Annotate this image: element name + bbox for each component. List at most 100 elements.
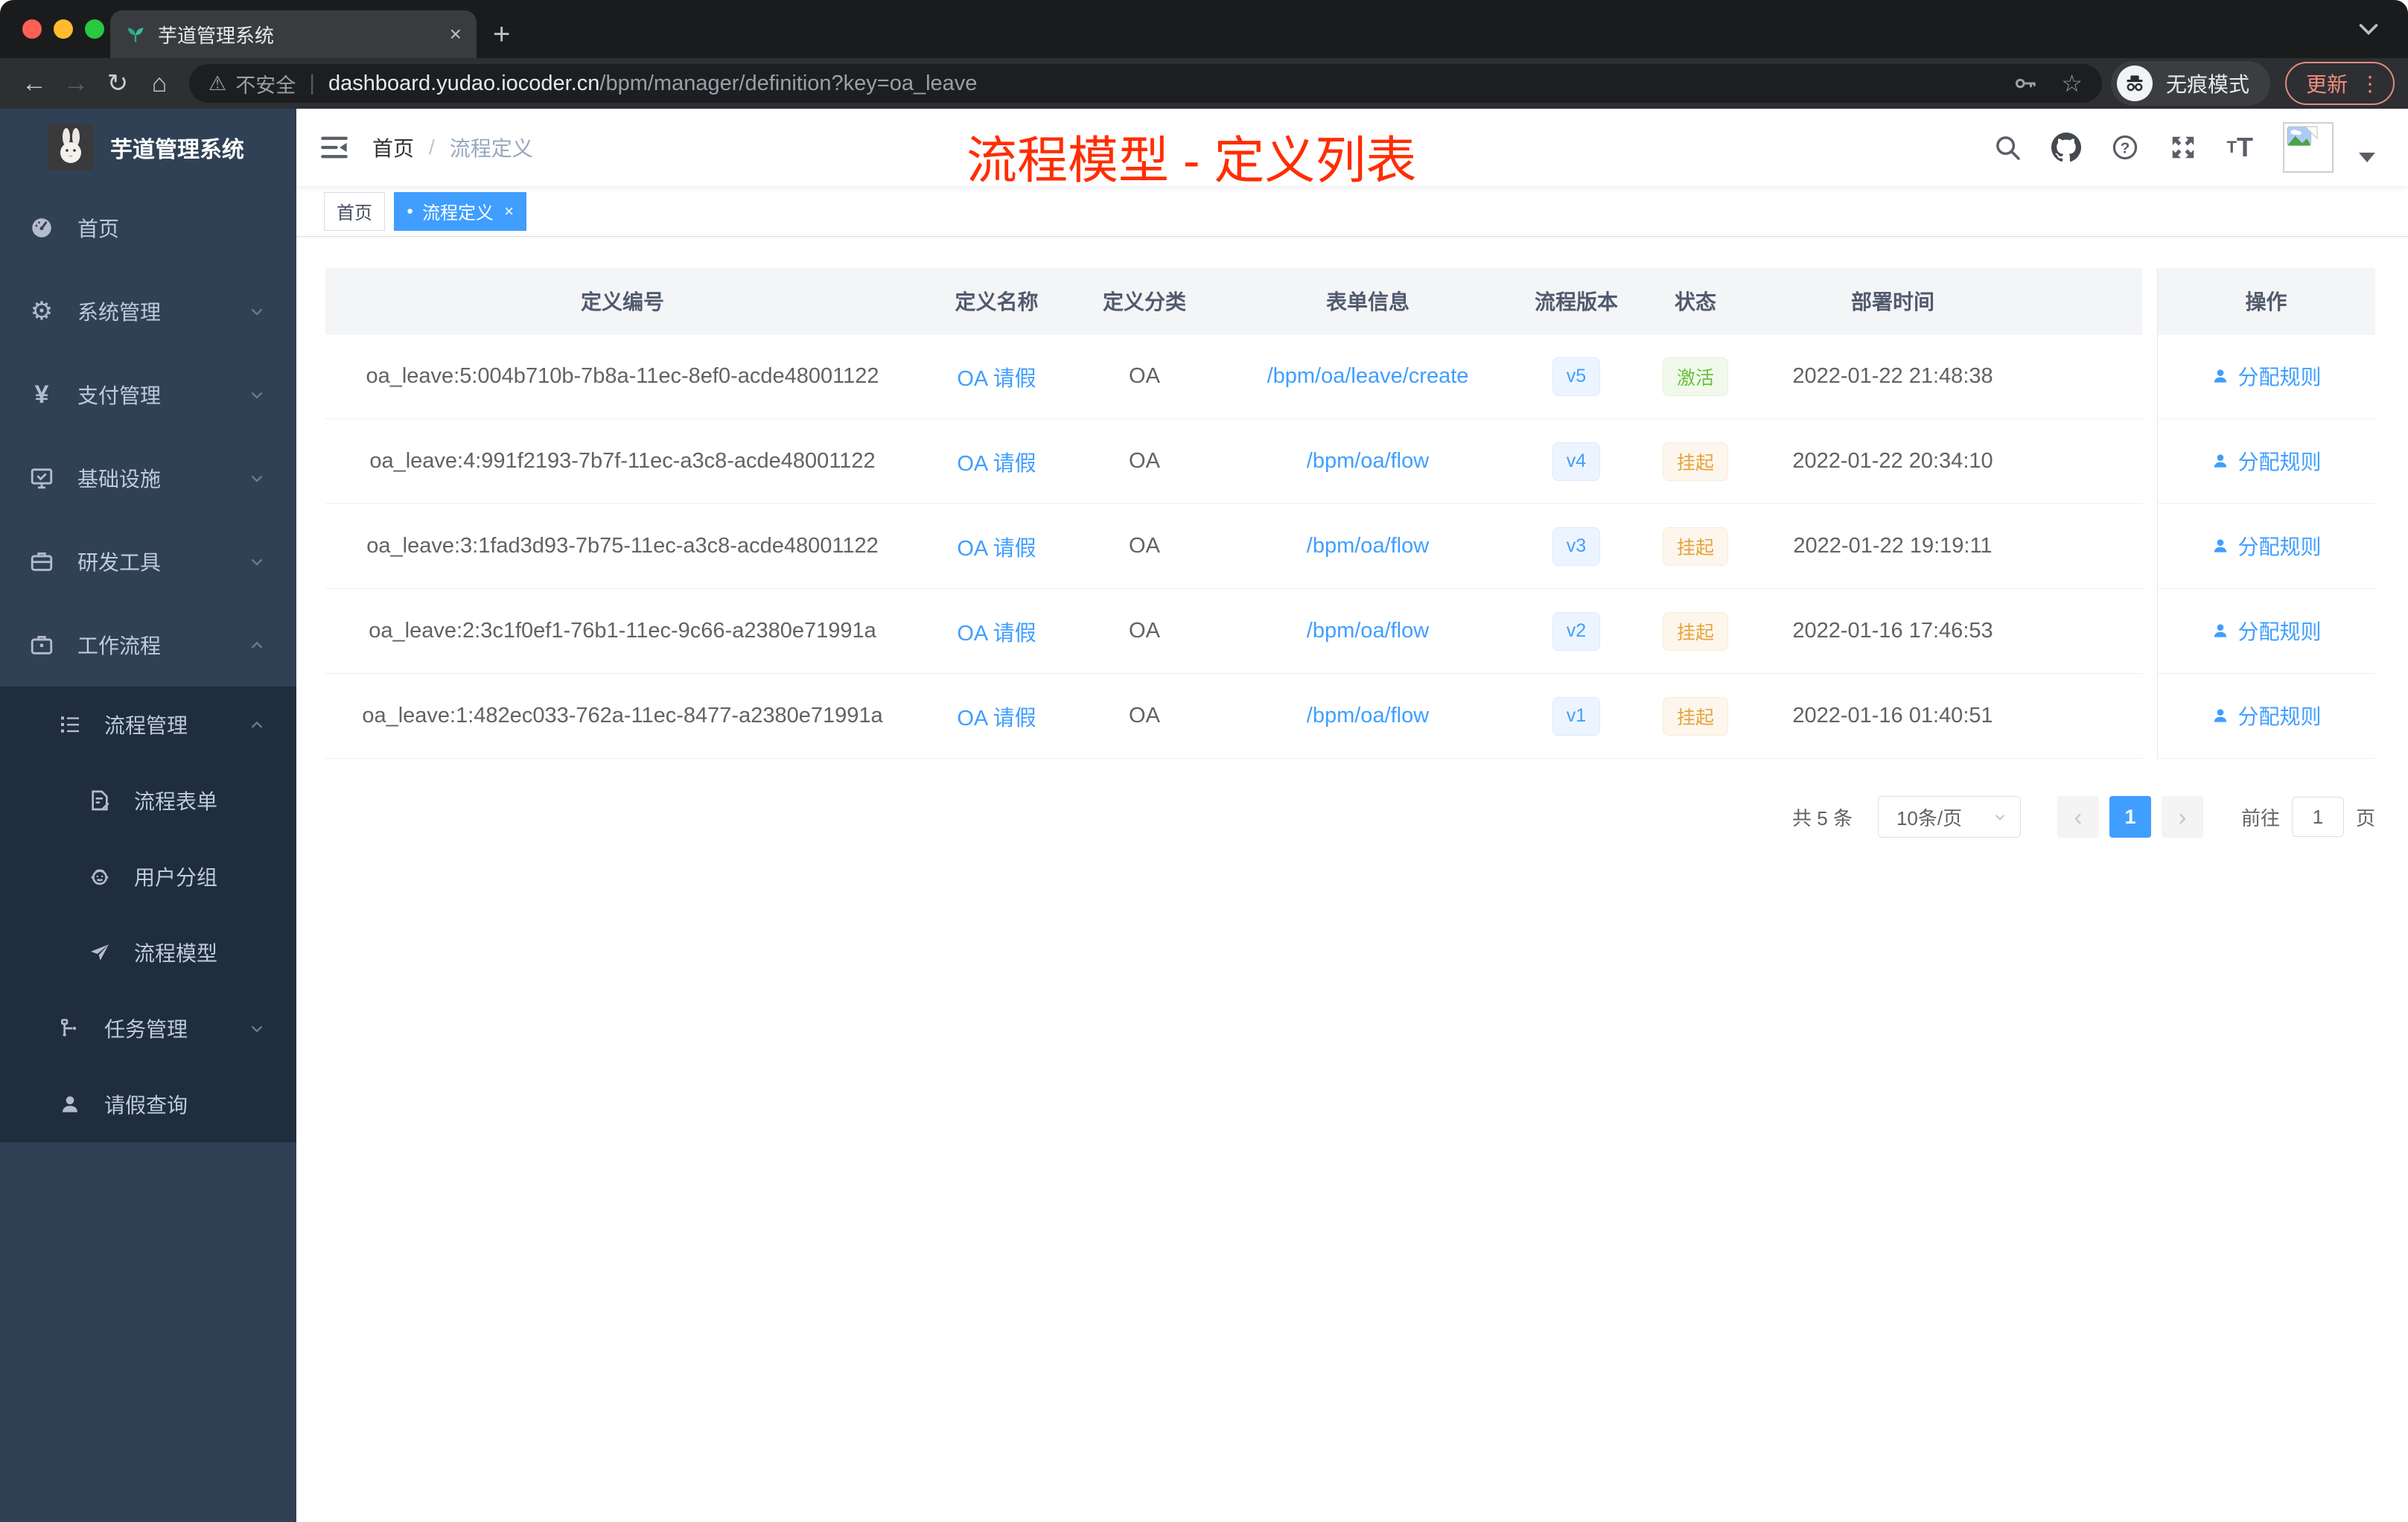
prev-page-button[interactable]: ‹	[2057, 796, 2099, 838]
back-icon[interactable]: ←	[13, 69, 55, 98]
select-chevron-down-icon	[1995, 815, 2005, 821]
form-link[interactable]: /bpm/oa/flow	[1307, 534, 1429, 558]
definition-name-link[interactable]: OA 请假	[957, 537, 1036, 561]
sidebar-item-label: 系统管理	[77, 301, 162, 324]
sidebar-item-payment[interactable]: ¥ 支付管理	[0, 353, 296, 436]
status-badge: 挂起	[1662, 526, 1728, 566]
sidebar-item-label: 任务管理	[104, 1018, 188, 1041]
status-badge: 挂起	[1662, 442, 1728, 481]
help-question-icon[interactable]: ?	[2111, 133, 2139, 162]
sidebar-item-devtools[interactable]: 研发工具	[0, 520, 296, 603]
assign-rule-button[interactable]: 分配规则	[2211, 701, 2322, 730]
version-badge: v2	[1552, 611, 1601, 651]
browser-tab[interactable]: 芋道管理系统 ×	[110, 10, 477, 58]
filler-cell	[2027, 418, 2157, 504]
sidebar-item-process-model[interactable]: 流程模型	[0, 914, 296, 990]
password-key-icon[interactable]	[2012, 70, 2039, 97]
close-window-button[interactable]	[22, 19, 42, 39]
new-tab-button[interactable]: +	[493, 10, 510, 58]
status-badge: 激活	[1662, 357, 1728, 396]
url-path: /bpm/manager/definition?key=oa_leave	[599, 71, 978, 95]
assign-rule-button[interactable]: 分配规则	[2211, 446, 2322, 476]
sidebar-item-leave-query[interactable]: 请假查询	[0, 1066, 296, 1142]
sidebar-item-task-mgmt[interactable]: 任务管理	[0, 990, 296, 1066]
font-size-icon[interactable]: TT	[2227, 132, 2253, 163]
sidebar-item-home[interactable]: 首页	[0, 186, 296, 270]
tag-process-definition[interactable]: ● 流程定义 ×	[394, 191, 526, 231]
tag-close-icon[interactable]: ×	[504, 202, 514, 221]
assign-rule-button[interactable]: 分配规则	[2211, 361, 2322, 391]
current-page-button[interactable]: 1	[2109, 796, 2151, 838]
reload-icon[interactable]: ↻	[97, 69, 138, 98]
definition-name-link[interactable]: OA 请假	[957, 367, 1036, 391]
cell-id: oa_leave:5:004b710b-7b8a-11ec-8ef0-acde4…	[325, 334, 920, 419]
incognito-label: 无痕模式	[2165, 73, 2249, 96]
form-link[interactable]: /bpm/oa/flow	[1307, 619, 1429, 643]
cell-id: oa_leave:4:991f2193-7b7f-11ec-a3c8-acde4…	[325, 418, 920, 504]
sidebar-item-infra[interactable]: 基础设施	[0, 436, 296, 520]
col-header-status: 状态	[1632, 268, 1759, 334]
sidebar-toggle-hamburger-icon[interactable]	[319, 132, 350, 163]
fullscreen-icon[interactable]	[2169, 133, 2197, 162]
tag-home[interactable]: 首页	[324, 191, 385, 231]
cell-id: oa_leave:2:3c1f0ef1-76b1-11ec-9c66-a2380…	[325, 588, 920, 674]
version-badge: v1	[1552, 696, 1601, 736]
tab-search-chevron-icon[interactable]	[2357, 21, 2380, 42]
next-page-button[interactable]: ›	[2161, 796, 2203, 838]
avatar-caret-down-icon[interactable]	[2359, 152, 2375, 162]
definition-name-link[interactable]: OA 请假	[957, 622, 1036, 646]
sidebar-item-workflow[interactable]: 工作流程	[0, 603, 296, 687]
sidebar-item-process-mgmt[interactable]: 流程管理	[0, 687, 296, 762]
bookmark-star-icon[interactable]: ☆	[2061, 69, 2083, 98]
page-size-select[interactable]: 10条/页	[1877, 796, 2021, 838]
breadcrumb-separator: /	[429, 136, 435, 159]
person-icon	[2214, 624, 2227, 637]
table-row: oa_leave:3:1fad3d93-7b75-11ec-a3c8-acde4…	[325, 503, 2375, 589]
breadcrumb-home[interactable]: 首页	[372, 133, 414, 162]
sidebar-item-label: 流程管理	[104, 714, 188, 737]
overlay-annotation-title: 流程模型 - 定义列表	[966, 133, 1417, 189]
assign-rule-label: 分配规则	[2237, 535, 2322, 558]
table-row: oa_leave:1:482ec033-762a-11ec-8477-a2380…	[325, 673, 2375, 759]
forward-icon[interactable]: →	[55, 69, 97, 98]
assign-rule-label: 分配规则	[2237, 620, 2322, 643]
search-icon[interactable]	[1993, 133, 2022, 162]
assign-rule-button[interactable]: 分配规则	[2211, 616, 2322, 646]
tab-strip: 芋道管理系统 × +	[0, 0, 2408, 58]
chevron-down-icon	[251, 558, 263, 566]
version-badge: v5	[1552, 357, 1601, 396]
definition-name-link[interactable]: OA 请假	[957, 452, 1036, 476]
person-icon	[2214, 709, 2227, 722]
sidebar-item-user-group[interactable]: 用户分组	[0, 838, 296, 914]
security-warning-label[interactable]: 不安全	[235, 69, 296, 98]
sidebar-logo[interactable]: 芋道管理系统	[0, 109, 296, 186]
form-link[interactable]: /bpm/oa/leave/create	[1267, 364, 1469, 388]
document-edit-icon	[85, 789, 115, 812]
briefcase-icon	[27, 632, 57, 657]
monitor-check-icon	[27, 465, 57, 491]
cell-deploy-time: 2022-01-16 01:40:51	[1759, 673, 2027, 759]
sidebar-item-system[interactable]: ⚙ 系统管理	[0, 270, 296, 353]
home-icon[interactable]: ⌂	[138, 69, 180, 98]
url-divider: |	[309, 71, 316, 95]
goto-page-input[interactable]	[2291, 797, 2344, 837]
form-link[interactable]: /bpm/oa/flow	[1307, 449, 1429, 473]
filler-cell	[2027, 334, 2157, 419]
tab-close-icon[interactable]: ×	[450, 22, 462, 46]
workflow-submenu: 流程管理 流程表单 用户分组 流程模型 任务管理 请假查询	[0, 687, 296, 1142]
assign-rule-button[interactable]: 分配规则	[2211, 531, 2322, 561]
url-host: dashboard.yudao.iocoder.cn	[328, 71, 600, 95]
sidebar-item-process-form[interactable]: 流程表单	[0, 762, 296, 838]
user-avatar-broken-image[interactable]	[2283, 122, 2334, 173]
definition-name-link[interactable]: OA 请假	[957, 707, 1036, 730]
cell-category: OA	[1074, 503, 1215, 589]
tag-label: 流程定义	[422, 203, 494, 223]
form-link[interactable]: /bpm/oa/flow	[1307, 704, 1429, 727]
sidebar-item-label: 请假查询	[104, 1094, 188, 1117]
browser-menu-kebab-icon[interactable]: ⋮	[2360, 71, 2381, 96]
address-bar[interactable]: ⚠ 不安全 | dashboard.yudao.iocoder.cn /bpm/…	[189, 64, 2102, 103]
browser-update-button[interactable]: 更新 ⋮	[2284, 62, 2395, 105]
zoom-window-button[interactable]	[85, 19, 104, 39]
github-icon[interactable]	[2051, 133, 2081, 162]
minimize-window-button[interactable]	[54, 19, 73, 39]
